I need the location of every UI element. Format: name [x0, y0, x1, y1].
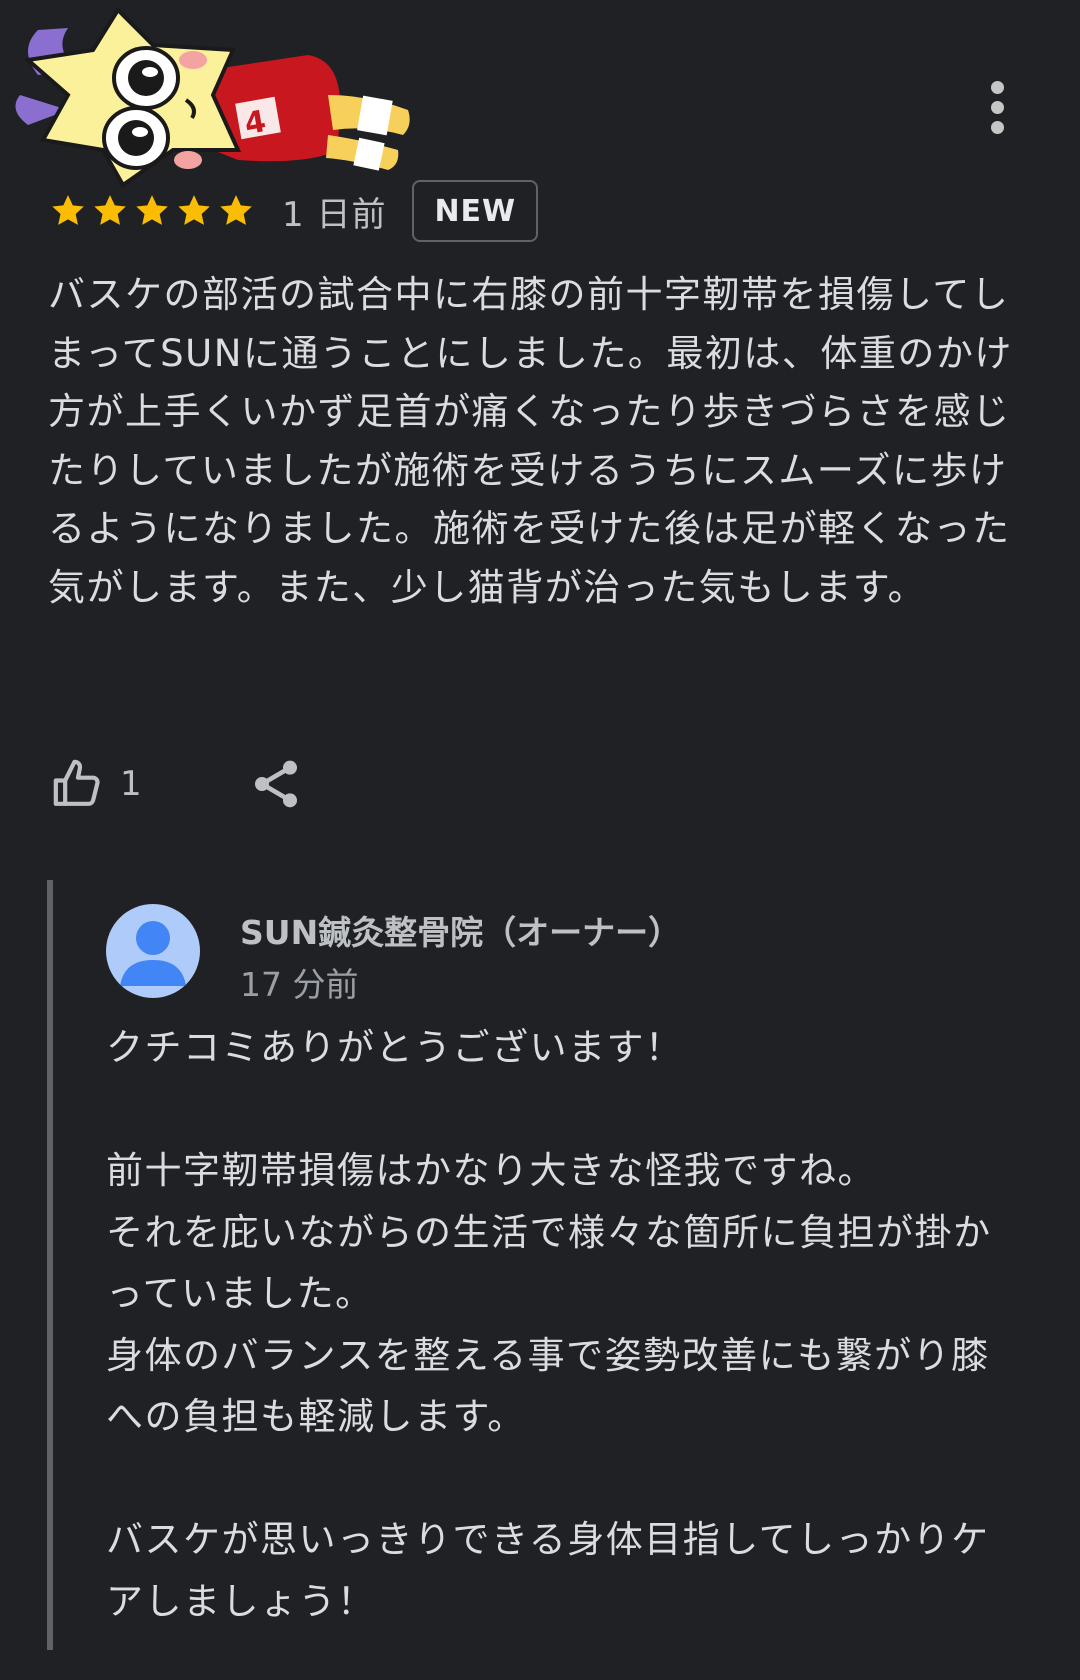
reply-text: クチコミありがとうございます！ 前十字靭帯損傷はかなり大きな怪我ですね。 それを…: [106, 1026, 992, 1623]
star-icon: [136, 195, 168, 225]
owner-name: SUN鍼灸整骨院（オーナー）: [240, 913, 682, 952]
avatar: [106, 904, 200, 998]
owner-reply: SUN鍼灸整骨院（オーナー） 17 分前 クチコミありがとうございます！ 前十字…: [47, 880, 1053, 1650]
more-vert-icon: [990, 80, 1004, 94]
share-icon[interactable]: [248, 756, 304, 812]
new-badge: NEW: [412, 180, 539, 242]
more-vert-icon-dot: [990, 120, 1004, 134]
like-button[interactable]: 1: [50, 756, 142, 812]
review-card: 4 1 日前 NEW バスケの部活の試合中に右膝の前十字靭帯を損傷してしまってS…: [0, 0, 1080, 1680]
star-icon: [178, 195, 210, 225]
review-actions: 1: [50, 752, 304, 816]
rating-row: 1 日前 NEW: [48, 178, 539, 244]
star-rating: [48, 191, 256, 231]
reply-time: 17 分前: [240, 965, 359, 1004]
review-date: 1 日前: [282, 194, 387, 235]
more-vert-icon-dot: [990, 100, 1004, 114]
default-avatar-icon: [120, 921, 186, 986]
star-icon: [94, 195, 126, 225]
star-icon: [52, 195, 84, 225]
like-count: 1: [120, 764, 142, 804]
more-options-button[interactable]: [970, 72, 1024, 142]
thumb-up-icon: [53, 759, 100, 806]
review-text: バスケの部活の試合中に右膝の前十字靭帯を損傷してしまってSUNに通うことにしまし…: [48, 273, 1013, 609]
star-icon: [220, 195, 252, 225]
sticker-character-icon: 4: [15, 6, 410, 188]
